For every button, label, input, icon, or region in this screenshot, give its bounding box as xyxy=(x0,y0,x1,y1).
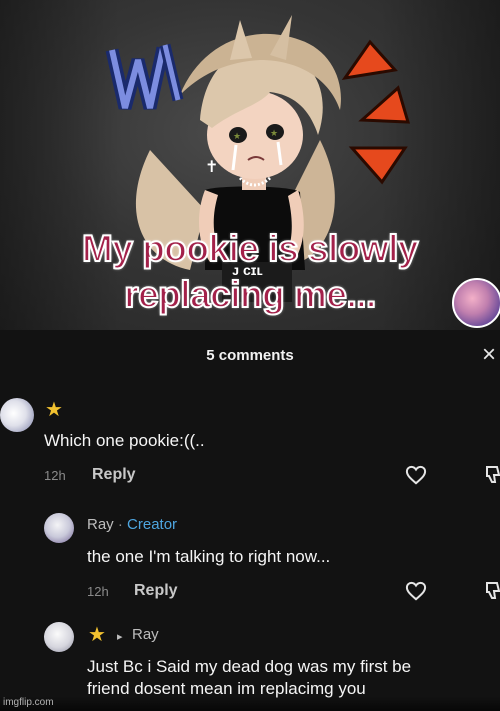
comment-timestamp: 12h xyxy=(87,584,109,599)
author-separator: · xyxy=(117,516,123,533)
avatar[interactable] xyxy=(44,513,74,543)
comment-text: the one I'm talking to right now... xyxy=(87,547,331,566)
comments-header: 5 comments × xyxy=(0,330,500,380)
star-icon: ★ xyxy=(45,399,63,421)
reply-button[interactable]: Reply xyxy=(92,466,136,484)
cross-earring: ✝ xyxy=(205,159,218,176)
close-icon[interactable]: × xyxy=(482,343,500,367)
emote-triangle-1 xyxy=(341,39,398,81)
post-caption-line-2: replacing me... xyxy=(123,273,377,316)
thumbs-down-outline-icon[interactable] xyxy=(485,465,500,485)
comment-author[interactable]: Ray · Creator xyxy=(87,516,177,533)
eye-star-right: ★ xyxy=(270,128,278,138)
comment-text: Which one pookie:((.. xyxy=(44,431,205,450)
eye-star-left: ★ xyxy=(233,131,241,141)
avatar[interactable] xyxy=(44,622,74,652)
reply-to-arrow-icon: ▸ xyxy=(117,631,123,643)
emote-triangle-2 xyxy=(358,85,411,124)
thumbs-down-outline-icon[interactable] xyxy=(485,581,500,601)
creator-avatar[interactable] xyxy=(452,278,500,328)
replied-to-author[interactable]: Ray xyxy=(132,626,159,643)
reply-button[interactable]: Reply xyxy=(134,582,178,600)
heart-outline-icon[interactable] xyxy=(405,465,427,485)
comments-panel: 5 comments × xyxy=(0,330,500,711)
heart-outline-icon[interactable] xyxy=(405,581,427,601)
comments-count: 5 comments xyxy=(206,347,294,364)
comment-timestamp: 12h xyxy=(44,468,66,483)
creator-badge: Creator xyxy=(127,516,178,533)
star-icon: ★ xyxy=(88,624,106,646)
avatar[interactable] xyxy=(0,398,34,432)
comment-text-line-1: Just Bc i Said my dead dog was my first … xyxy=(87,657,412,676)
video-frame[interactable]: ᴊ ᴄɪʟ ★ ★ ✝ My pookie is slowly replacin… xyxy=(0,0,500,330)
bottom-fade xyxy=(0,696,500,711)
author-name: Ray xyxy=(87,516,114,533)
watermark: imgflip.com xyxy=(3,697,54,708)
emote-triangle-3 xyxy=(348,146,408,185)
post-caption-line-1: My pookie is slowly xyxy=(81,227,419,270)
